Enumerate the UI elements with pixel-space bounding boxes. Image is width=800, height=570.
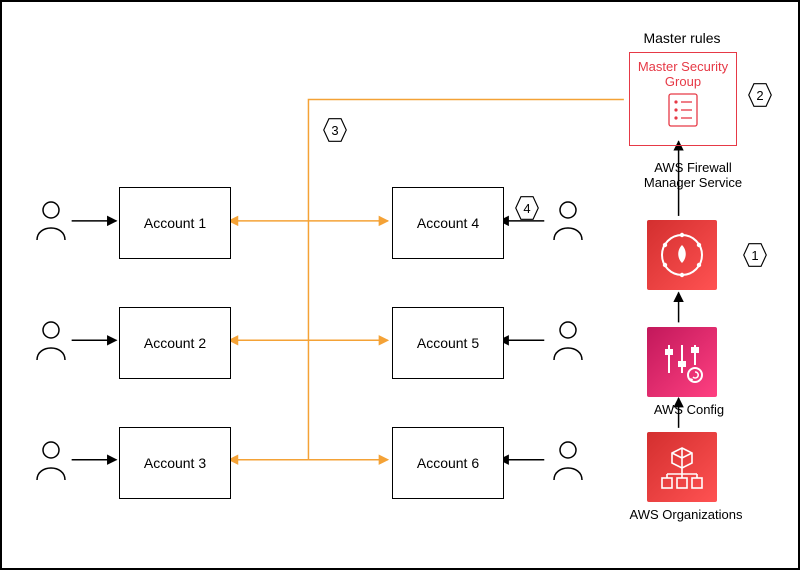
user-icon — [34, 440, 68, 482]
checklist-icon — [668, 93, 698, 127]
user-icon — [34, 320, 68, 362]
account-box-2: Account 2 — [119, 307, 231, 379]
account-box-1: Account 1 — [119, 187, 231, 259]
diagram-canvas: Account 1 Account 2 Account 3 Account 4 … — [0, 0, 800, 570]
firewall-manager-icon — [647, 220, 717, 290]
account-box-6: Account 6 — [392, 427, 504, 499]
aws-organizations-label: AWS Organizations — [616, 507, 756, 522]
account-label: Account 3 — [144, 455, 206, 471]
user-icon — [551, 200, 585, 242]
msg-label: Master Security Group — [638, 59, 728, 89]
master-rules-title: Master rules — [622, 30, 742, 46]
aws-config-label: AWS Config — [639, 402, 739, 417]
callout-1: 1 — [742, 242, 768, 268]
account-label: Account 2 — [144, 335, 206, 351]
user-icon — [551, 440, 585, 482]
master-security-group: Master Security Group — [629, 52, 737, 146]
account-label: Account 5 — [417, 335, 479, 351]
account-label: Account 6 — [417, 455, 479, 471]
aws-config-icon — [647, 327, 717, 397]
account-box-3: Account 3 — [119, 427, 231, 499]
account-label: Account 1 — [144, 215, 206, 231]
account-box-5: Account 5 — [392, 307, 504, 379]
firewall-manager-label: AWS Firewall Manager Service — [628, 160, 758, 190]
account-box-4: Account 4 — [392, 187, 504, 259]
aws-organizations-icon — [647, 432, 717, 502]
account-label: Account 4 — [417, 215, 479, 231]
callout-4: 4 — [514, 195, 540, 221]
user-icon — [551, 320, 585, 362]
user-icon — [34, 200, 68, 242]
callout-3: 3 — [322, 117, 348, 143]
callout-2: 2 — [747, 82, 773, 108]
